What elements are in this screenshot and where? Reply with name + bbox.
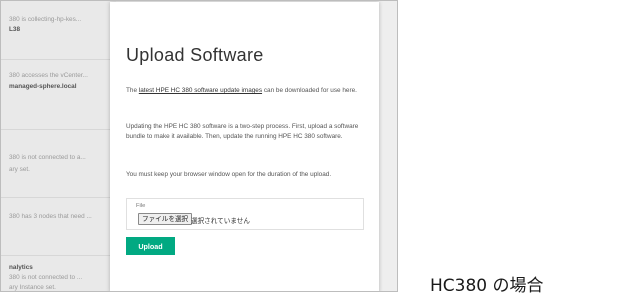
file-picker: File ファイルを選択 選択されていません [126, 198, 364, 230]
browser-warning: You must keep your browser window open f… [126, 171, 332, 178]
intro-suffix: can be downloaded for use here. [262, 87, 357, 94]
background-status-list: 380 is collecting-hp-kes... L38 380 acce… [1, 1, 116, 291]
divider [1, 129, 116, 130]
file-status: 選択されていません [191, 218, 250, 225]
intro-prefix: The [126, 87, 139, 94]
intro-text: The latest HPE HC 380 software update im… [126, 86, 366, 96]
screenshot-frame: 380 is collecting-hp-kes... L38 380 acce… [0, 0, 398, 292]
caption: HC380 の場合 [430, 276, 544, 296]
choose-file-button[interactable]: ファイルを選択 [138, 213, 193, 225]
divider [1, 59, 116, 60]
upload-software-dialog: Upload Software The latest HPE HC 380 so… [110, 2, 379, 291]
upload-button[interactable]: Upload [126, 237, 175, 255]
divider [1, 197, 116, 198]
process-description: Updating the HPE HC 380 software is a tw… [126, 123, 359, 140]
file-label: File [136, 203, 146, 209]
dialog-title: Upload Software [126, 45, 264, 65]
divider [1, 255, 116, 256]
software-images-link[interactable]: latest HPE HC 380 software update images [139, 87, 262, 94]
